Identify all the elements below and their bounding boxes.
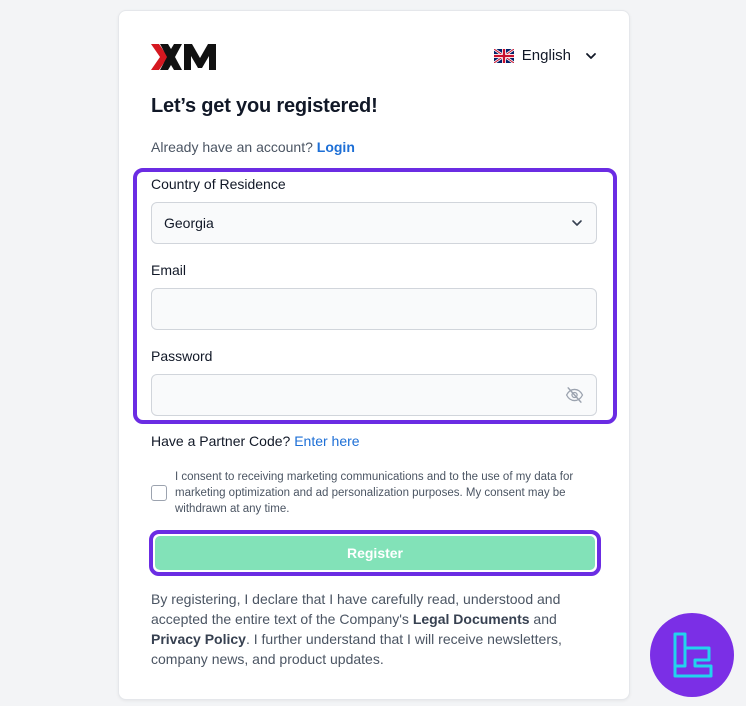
partner-prompt-text: Have a Partner Code?: [151, 433, 291, 449]
registration-card: XM English Let’s get you registered! Alr…: [118, 10, 630, 700]
partner-code-prompt: Have a Partner Code? Enter here: [151, 433, 360, 449]
tradingfinder-logo-icon: [673, 632, 713, 678]
marketing-consent: I consent to receiving marketing communi…: [151, 469, 591, 517]
xm-logo: XM: [151, 43, 217, 71]
login-prompt-text: Already have an account?: [151, 139, 313, 155]
password-field[interactable]: [164, 375, 565, 415]
language-selector[interactable]: English: [493, 47, 597, 64]
country-label: Country of Residence: [151, 176, 286, 192]
country-select[interactable]: Georgia: [151, 202, 597, 244]
register-highlight-frame: Register: [149, 530, 601, 576]
login-prompt: Already have an account? Login: [151, 139, 355, 155]
eye-off-icon[interactable]: [565, 385, 584, 405]
page-title: Let’s get you registered!: [151, 95, 378, 117]
marketing-consent-checkbox[interactable]: [151, 485, 167, 501]
legal-disclaimer: By registering, I declare that I have ca…: [151, 589, 597, 669]
email-field[interactable]: [164, 289, 584, 329]
watermark-badge: [650, 613, 734, 697]
legal-text-2: and: [529, 611, 557, 627]
login-link[interactable]: Login: [317, 139, 355, 155]
language-label: English: [521, 47, 571, 64]
register-button[interactable]: Register: [155, 536, 595, 570]
country-value: Georgia: [164, 215, 214, 231]
xm-logo-icon: [151, 44, 216, 70]
password-field-box: [151, 374, 597, 416]
legal-documents-link[interactable]: Legal Documents: [413, 611, 530, 627]
privacy-policy-link[interactable]: Privacy Policy: [151, 631, 246, 647]
chevron-down-icon: [572, 220, 582, 226]
chevron-down-icon: [586, 52, 596, 59]
enter-partner-code-link[interactable]: Enter here: [294, 433, 359, 449]
email-field-box: [151, 288, 597, 330]
password-label: Password: [151, 348, 213, 364]
consent-text: I consent to receiving marketing communi…: [175, 471, 574, 515]
uk-flag-icon: [493, 48, 514, 63]
email-label: Email: [151, 262, 187, 278]
